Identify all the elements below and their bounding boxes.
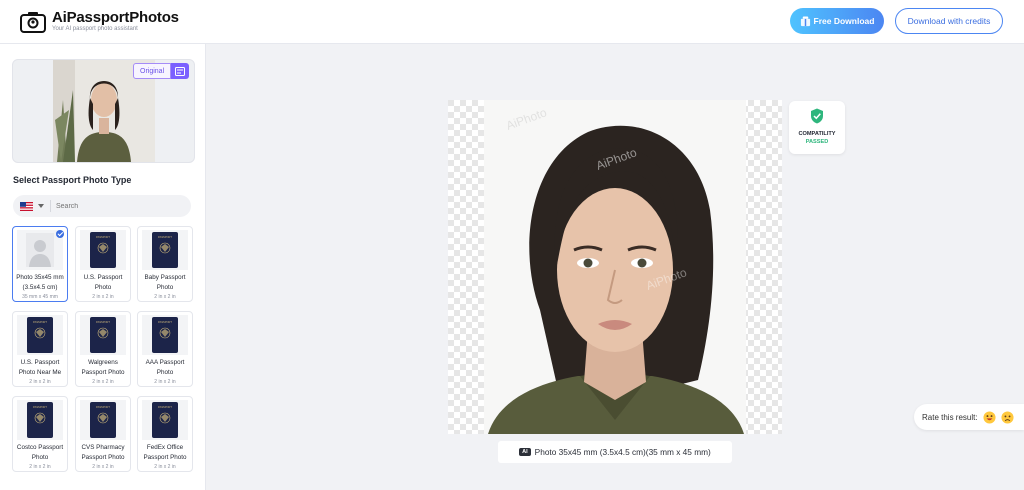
compatibility-label: COMPATILITY [798, 131, 836, 137]
svg-text:PASSPORT: PASSPORT [33, 320, 47, 324]
selected-check-icon [56, 230, 64, 238]
photo-type-card[interactable]: PASSPORT U.S. Passport Photo 2 in x 2 in [75, 226, 131, 302]
photo-type-name: Costco Passport Photo [16, 444, 64, 461]
photo-type-size: 2 in x 2 in [92, 294, 114, 300]
chevron-down-icon[interactable] [38, 204, 44, 208]
photo-type-card[interactable]: PASSPORT CVS Pharmacy Passport Photo 2 i… [75, 396, 131, 472]
brand-logo[interactable]: AiPassportPhotos Your AI passport photo … [20, 10, 179, 33]
section-title: Select Passport Photo Type [13, 175, 132, 185]
passport-icon: PASSPORT [90, 317, 116, 353]
photo-type-card[interactable]: PASSPORT U.S. Passport Photo Near Me 2 i… [12, 311, 68, 387]
photo-type-name: Photo 35x45 mm (3.5x4.5 cm) [16, 274, 64, 291]
thumbnail: PASSPORT [142, 230, 188, 270]
download-gift-icon [800, 15, 810, 26]
preview-area: AiPhoto AiPhoto AiPhoto COMPATILITY PASS… [206, 44, 1024, 490]
photo-type-card[interactable]: Photo 35x45 mm (3.5x4.5 cm) 35 mm x 45 m… [12, 226, 68, 302]
svg-text:PASSPORT: PASSPORT [158, 320, 172, 324]
brand-name: AiPassportPhotos [52, 9, 179, 26]
thumbnail: PASSPORT [80, 400, 126, 440]
photo-type-name: U.S. Passport Photo [83, 274, 123, 291]
ai-chip-icon: AI [519, 448, 531, 456]
free-download-label: Free Download [813, 16, 875, 26]
original-photo-card[interactable]: Original [12, 59, 195, 163]
sidebar: Original Select Passport Photo Type Sear… [0, 44, 206, 490]
svg-text:PASSPORT: PASSPORT [33, 405, 47, 409]
happy-face-icon[interactable] [983, 410, 996, 424]
us-flag-icon[interactable] [20, 201, 33, 211]
free-download-button[interactable]: Free Download [790, 8, 884, 34]
passport-icon: PASSPORT [152, 402, 178, 438]
photo-type-card[interactable]: PASSPORT Walgreens Passport Photo 2 in x… [75, 311, 131, 387]
svg-text:PASSPORT: PASSPORT [96, 235, 110, 239]
compare-edit-button[interactable] [171, 63, 190, 79]
compatibility-status: PASSED [805, 139, 829, 145]
passport-photo-preview: AiPhoto AiPhoto AiPhoto [448, 100, 782, 434]
thumbnail: PASSPORT [17, 315, 63, 355]
passport-icon: PASSPORT [90, 232, 116, 268]
compatibility-badge: COMPATILITY PASSED [789, 101, 845, 154]
passport-icon: PASSPORT [27, 402, 53, 438]
passport-icon: PASSPORT [152, 317, 178, 353]
photo-type-name: U.S. Passport Photo Near Me [18, 359, 62, 376]
original-label: Original [133, 63, 172, 79]
passport-icon: PASSPORT [27, 317, 53, 353]
camera-logo-icon [20, 11, 46, 33]
rate-result-widget: Rate this result: [914, 404, 1024, 430]
rate-label: Rate this result: [922, 412, 978, 422]
photo-type-card[interactable]: PASSPORT FedEx Office Passport Photo 2 i… [137, 396, 193, 472]
photo-type-card[interactable]: PASSPORT Baby Passport Photo 2 in x 2 in [137, 226, 193, 302]
compare-icon [175, 66, 186, 76]
original-badge: Original [133, 63, 190, 79]
svg-text:PASSPORT: PASSPORT [158, 405, 172, 409]
thumbnail: PASSPORT [142, 315, 188, 355]
photo-type-size: 2 in x 2 in [92, 379, 114, 385]
photo-spec-text: Photo 35x45 mm (3.5x4.5 cm)(35 mm x 45 m… [534, 447, 711, 457]
thumbnail: PASSPORT [80, 315, 126, 355]
photo-type-size: 35 mm x 45 mm [22, 294, 58, 300]
app-header: AiPassportPhotos Your AI passport photo … [0, 0, 1024, 44]
thumbnail: PASSPORT [142, 400, 188, 440]
photo-type-size: 2 in x 2 in [29, 464, 51, 470]
thumbnail: PASSPORT [17, 400, 63, 440]
passport-icon: PASSPORT [152, 232, 178, 268]
country-search-bar [13, 195, 191, 217]
photo-type-card[interactable]: PASSPORT AAA Passport Photo 2 in x 2 in [137, 311, 193, 387]
search-input[interactable] [56, 202, 176, 210]
photo-type-size: 2 in x 2 in [154, 379, 176, 385]
divider [50, 200, 51, 212]
photo-type-size: 2 in x 2 in [154, 464, 176, 470]
photo-type-size: 2 in x 2 in [92, 464, 114, 470]
photo-type-name: Walgreens Passport Photo [81, 359, 125, 376]
photo-type-name: AAA Passport Photo [145, 359, 185, 376]
passport-icon: PASSPORT [90, 402, 116, 438]
brand-tagline: Your AI passport photo assistant [52, 26, 138, 32]
download-with-credits-button[interactable]: Download with credits [895, 8, 1003, 34]
thumbnail: PASSPORT [80, 230, 126, 270]
photo-type-name: CVS Pharmacy Passport Photo [81, 444, 125, 461]
person-silhouette-icon [26, 233, 54, 267]
photo-type-card[interactable]: PASSPORT Costco Passport Photo 2 in x 2 … [12, 396, 68, 472]
svg-text:PASSPORT: PASSPORT [96, 405, 110, 409]
shield-check-icon [811, 108, 823, 124]
photo-type-name: FedEx Office Passport Photo [143, 444, 187, 461]
svg-text:PASSPORT: PASSPORT [96, 320, 110, 324]
photo-type-size: 2 in x 2 in [29, 379, 51, 385]
svg-text:PASSPORT: PASSPORT [158, 235, 172, 239]
photo-spec-caption: AI Photo 35x45 mm (3.5x4.5 cm)(35 mm x 4… [498, 441, 732, 463]
sad-face-icon[interactable] [1001, 410, 1014, 424]
photo-type-size: 2 in x 2 in [154, 294, 176, 300]
photo-type-name: Baby Passport Photo [144, 274, 186, 291]
